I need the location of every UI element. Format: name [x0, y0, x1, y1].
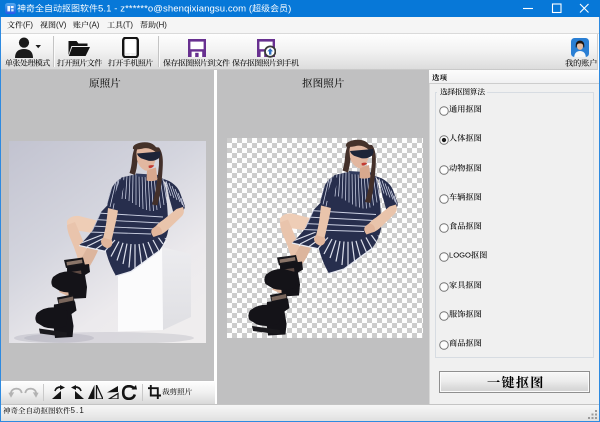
svg-text:5.1: 5.1: [71, 406, 85, 415]
svg-text:(T): (T): [123, 20, 133, 29]
svg-text:): ): [288, 3, 291, 14]
svg-text:(A): (A): [89, 20, 100, 29]
svg-text:5.1 - z******o@shenqixiangsu.c: 5.1 - z******o@shenqixiangsu.com (: [98, 3, 253, 14]
svg-text:LOGO: LOGO: [449, 251, 471, 260]
svg-text:(F): (F): [23, 20, 33, 29]
svg-text:(V): (V): [56, 20, 67, 29]
svg-text:(H): (H): [156, 20, 167, 29]
